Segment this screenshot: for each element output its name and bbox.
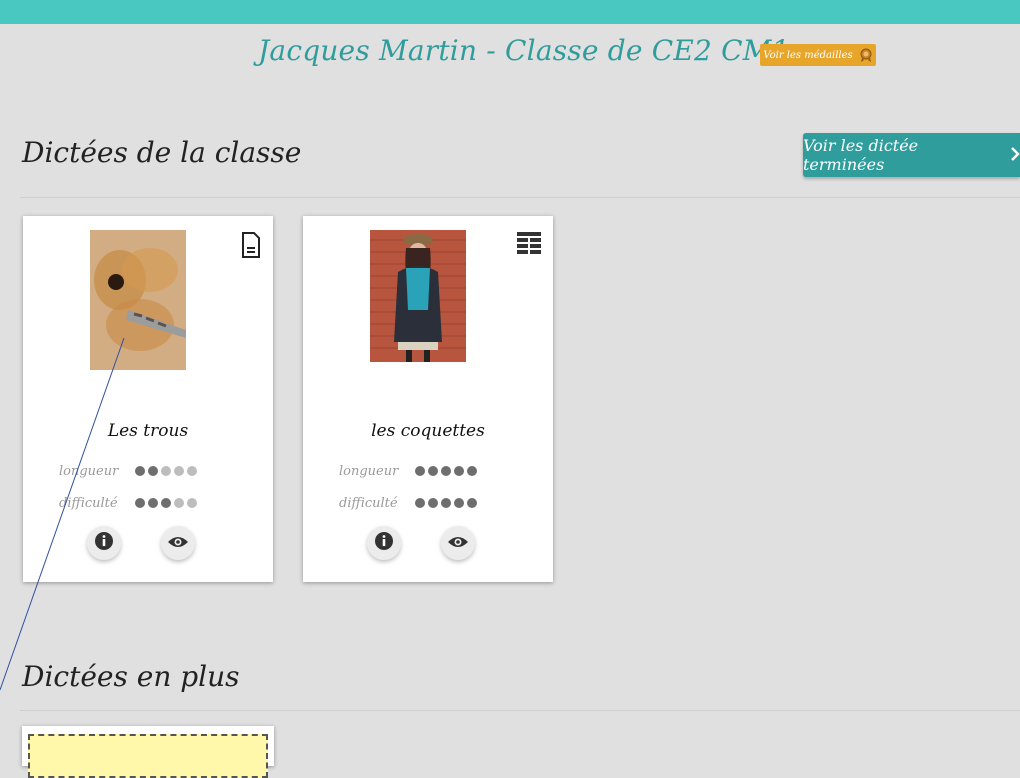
rating-dot [174,498,184,508]
table-icon[interactable] [517,232,541,258]
document-icon[interactable] [241,232,261,262]
rating-dot [135,466,145,476]
info-button[interactable] [367,526,401,560]
preview-button[interactable] [441,526,475,560]
difficulty-label: difficulté [59,496,118,511]
dictation-image[interactable] [90,230,186,370]
rating-dot [161,466,171,476]
rating-dot [187,498,197,508]
info-button[interactable] [87,526,121,560]
rating-dot [187,466,197,476]
rating-dot [148,466,158,476]
difficulty-rating [415,498,477,508]
rating-dot [415,466,425,476]
length-label: longueur [59,464,119,479]
rating-dot [441,498,451,508]
info-icon [374,531,394,555]
length-rating [135,466,197,476]
dictation-card[interactable]: les coquettes longueur difficulté [303,216,553,582]
add-dictation-dropzone[interactable] [28,734,268,778]
rating-dot [428,466,438,476]
view-finished-dictations-button[interactable]: Voir les dictée terminées [803,133,1020,177]
rating-dot [428,498,438,508]
length-label: longueur [339,464,399,479]
rating-dot [467,498,477,508]
length-rating [415,466,477,476]
eye-icon [167,534,189,553]
top-accent-bar [0,0,1020,24]
dictation-title: Les trous [107,421,189,441]
rating-dot [161,498,171,508]
rating-dot [148,498,158,508]
extra-dictation-card[interactable] [22,726,274,778]
rating-dot [454,466,464,476]
divider [20,197,1020,198]
rating-dot [454,498,464,508]
rating-dot [467,466,477,476]
section-title-extra: Dictées en plus [22,660,240,693]
section-title-class: Dictées de la classe [22,136,302,169]
medal-icon [859,48,873,62]
eye-icon [447,534,469,553]
rating-dot [135,498,145,508]
view-finished-label: Voir les dictée terminées [803,136,919,174]
difficulty-rating [135,498,197,508]
dictation-card[interactable]: Les trous longueur difficulté [23,216,273,582]
divider [20,710,1020,711]
rating-dot [174,466,184,476]
view-medals-button[interactable]: Voir les médailles [760,44,876,66]
page-title: Jacques Martin - Classe de CE2 CM1 [258,34,790,67]
rating-dot [415,498,425,508]
chevron-right-icon [1010,146,1020,165]
rating-dot [441,466,451,476]
difficulty-label: difficulté [339,496,398,511]
view-medals-label: Voir les médailles [763,49,853,61]
dictation-image[interactable] [370,230,466,370]
preview-button[interactable] [161,526,195,560]
dictation-title: les coquettes [371,421,485,441]
info-icon [94,531,114,555]
